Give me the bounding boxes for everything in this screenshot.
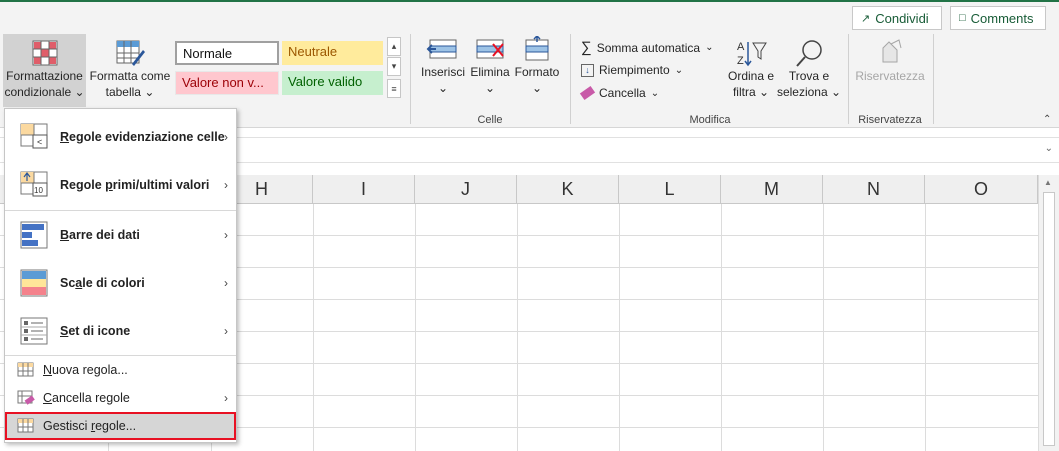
chevron-up-icon: ▴ [391,41,397,51]
sensitivity-icon [882,39,902,63]
svg-text:10: 10 [34,186,43,195]
chevron-down-icon: ⌄ [674,64,684,76]
insert-button[interactable]: Inserisci ⌄ [420,36,466,106]
format-as-table-icon [116,40,145,66]
editing-group-label: Modifica [689,114,731,126]
delete-button[interactable]: Elimina ⌄ [468,36,512,106]
find-select-button[interactable]: Trova e seleziona ⌄ [777,38,841,108]
privacy-group-label: Riservatezza [858,114,922,126]
group-separator [410,34,411,124]
column-header-o[interactable]: O [925,175,1038,204]
scrollbar-thumb[interactable] [1043,192,1055,446]
icon-sets-icon [20,317,48,345]
fill-button[interactable]: ↓ Riempimento ⌄ [581,63,683,77]
chevron-down-icon: ⌄ [705,42,714,53]
grid-line [925,204,926,451]
grid-line [313,204,314,451]
menu-item-color-scales[interactable]: Scale di colori › [5,259,236,307]
chevron-right-icon: › [224,228,228,242]
menu-item-manage-rules[interactable]: Gestisci regole... [5,412,236,440]
svg-text:Z: Z [737,55,744,67]
share-icon: ↗ [861,12,871,25]
delete-cells-icon [476,39,504,59]
expand-icon: ≡ [391,83,397,94]
grid-line [415,204,416,451]
style-bad[interactable]: Valore non v... [175,71,279,95]
comments-button[interactable]: □ Comments [950,6,1046,30]
menu-item-clear-rules[interactable]: Cancella regole › [5,385,236,411]
svg-text:A: A [737,41,745,53]
menu-item-highlight-cells-rules[interactable]: < Regole evidenziazione celle › [5,113,236,161]
column-header-j[interactable]: J [415,175,517,204]
collapse-ribbon-icon[interactable]: ⌃ [1043,114,1051,125]
sort-filter-button[interactable]: A Z Ordina e filtra ⌄ [725,38,777,108]
eraser-icon [579,85,596,101]
chevron-down-icon: ⌄ [650,87,660,99]
insert-cells-icon [426,39,457,59]
chevron-right-icon: › [224,276,228,290]
sigma-icon: ∑ [581,39,592,56]
scroll-up-icon[interactable]: ▲ [1044,178,1052,187]
clear-button[interactable]: Cancella ⌄ [579,85,660,101]
chevron-right-icon: › [224,324,228,338]
vertical-scrollbar[interactable]: ▲ [1038,175,1059,451]
clear-rules-icon [17,390,35,405]
data-bars-icon [20,221,48,249]
sort-filter-icon: A Z [737,41,767,67]
expand-formula-bar-icon[interactable]: ⌄ [1045,143,1053,154]
column-header-i[interactable]: I [313,175,415,204]
format-cells-icon [525,36,549,61]
conditional-formatting-menu: < Regole evidenziazione celle › 10 Regol… [4,108,237,443]
share-button[interactable]: ↗ Condividi [852,6,942,30]
menu-item-new-rule[interactable]: Nuova regola... [5,357,236,383]
excel-window: { "share_buttons": {"share": "Condividi"… [0,0,1059,451]
color-scales-icon [20,269,48,297]
new-rule-icon [17,362,34,377]
conditional-formatting-icon [32,40,57,66]
column-header-m[interactable]: M [721,175,823,204]
column-header-k[interactable]: K [517,175,619,204]
group-separator [570,34,571,124]
format-button[interactable]: Formato ⌄ [514,36,560,106]
format-as-table-button[interactable]: Formatta come tabella ⌄ [88,34,172,107]
chevron-down-icon: ⌄ [437,81,449,95]
chevron-down-icon: ⌄ [531,81,543,95]
column-header-l[interactable]: L [619,175,721,204]
menu-item-icon-sets[interactable]: Set di icone › [5,307,236,355]
menu-separator [5,355,236,356]
svg-text:<: < [37,137,42,147]
group-separator [933,34,934,124]
conditional-formatting-button[interactable]: Formattazione condizionale ⌄ [3,34,86,107]
grid-line [823,204,824,451]
chevron-right-icon: › [224,130,228,144]
gallery-scroll-down-button[interactable]: ▾ [387,57,401,76]
grid-line [619,204,620,451]
cells-group-label: Celle [477,114,503,126]
menu-item-data-bars[interactable]: Barre dei dati › [5,211,236,259]
menu-item-top-bottom-rules[interactable]: 10 Regole primi/ultimi valori › [5,161,236,209]
autosum-button[interactable]: ∑ Somma automatica ⌄ [581,39,713,56]
column-header-n[interactable]: N [823,175,925,204]
top-bottom-rules-icon: 10 [20,171,48,197]
style-good[interactable]: Valore valido [282,71,383,95]
chevron-down-icon: ⌄ [484,81,496,95]
style-neutral[interactable]: Neutrale [282,41,383,65]
style-normal[interactable]: Normale [175,41,279,65]
grid-line [721,204,722,451]
chevron-right-icon: › [224,391,228,405]
chevron-right-icon: › [224,178,228,192]
grid-line [517,204,518,451]
comment-icon: □ [959,12,966,24]
magnifier-icon [796,40,822,67]
highlight-cells-icon: < [20,123,48,149]
manage-rules-icon [17,418,34,433]
gallery-expand-button[interactable]: ≡ [387,79,401,98]
gallery-scroll-up-button[interactable]: ▴ [387,37,401,56]
fill-down-icon: ↓ [581,63,594,77]
chevron-down-icon: ▾ [391,61,397,71]
sensitivity-button[interactable]: Riservatezza [855,38,925,98]
group-separator [848,34,849,124]
